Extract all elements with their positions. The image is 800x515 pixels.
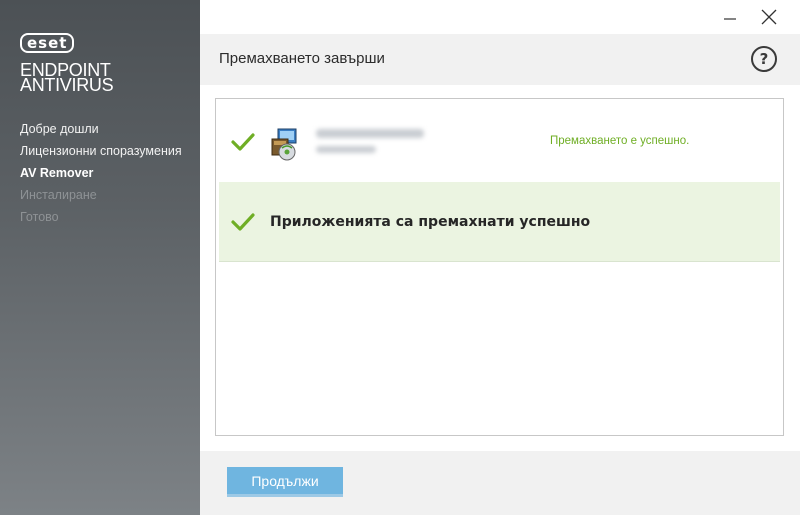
results-panel: Премахването е успешно. Приложенията са … [215, 98, 784, 436]
step-done: Готово [20, 210, 59, 224]
eset-logo: eset [20, 33, 75, 53]
minimize-icon [724, 18, 736, 20]
footer-bar: Продължи [200, 451, 800, 515]
page-title: Премахването завърши [219, 50, 385, 67]
step-license-agreements: Лицензионни споразумения [20, 144, 182, 158]
help-icon: ? [759, 50, 769, 68]
step-install: Инсталиране [20, 188, 97, 202]
page-header: Премахването завърши ? [200, 34, 800, 85]
success-check-icon [231, 213, 255, 231]
close-button[interactable] [757, 6, 781, 28]
product-name-line2: ANTIVIRUS [20, 75, 114, 95]
logo-badge: eset [20, 33, 75, 53]
removal-status: Премахването е успешно. [550, 135, 690, 147]
help-button[interactable]: ? [751, 46, 777, 72]
product-name: ENDPOINT ANTIVIRUS [20, 61, 114, 95]
app-version-redacted [316, 146, 376, 153]
summary-row: Приложенията са премахнати успешно [219, 182, 780, 262]
close-icon [761, 9, 777, 25]
app-name-redacted [316, 129, 424, 138]
summary-message: Приложенията са премахнати успешно [270, 214, 591, 230]
sidebar: eset ENDPOINT ANTIVIRUS Добре дошли Лице… [0, 0, 200, 515]
step-av-remover: AV Remover [20, 166, 94, 180]
installer-package-icon [271, 128, 297, 161]
continue-button[interactable]: Продължи [227, 467, 343, 497]
wizard-steps: Добре дошли Лицензионни споразумения AV … [20, 121, 182, 231]
step-welcome: Добре дошли [20, 122, 99, 136]
success-check-icon [231, 133, 255, 151]
removed-app-row: Премахването е успешно. [216, 99, 783, 182]
minimize-button[interactable] [718, 6, 742, 28]
